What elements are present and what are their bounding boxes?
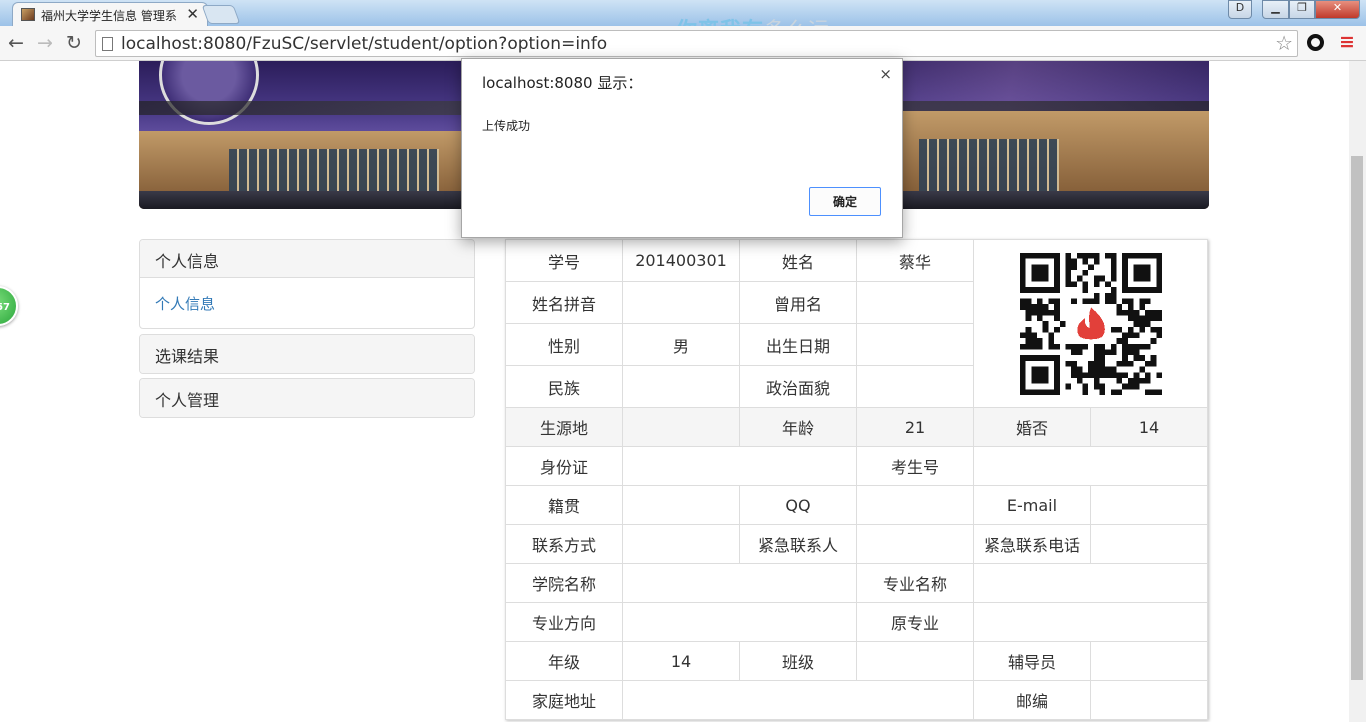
label-origin: 生源地 bbox=[505, 407, 623, 447]
value-student-id: 201400301 bbox=[622, 239, 740, 282]
label-postcode: 邮编 bbox=[973, 680, 1091, 720]
label-marital: 婚否 bbox=[973, 407, 1091, 447]
value-class bbox=[856, 641, 974, 681]
label-grade: 年级 bbox=[505, 641, 623, 681]
maximize-button[interactable]: ❐ bbox=[1289, 0, 1315, 19]
value-grade: 14 bbox=[622, 641, 740, 681]
label-class: 班级 bbox=[739, 641, 857, 681]
value-contact bbox=[622, 524, 740, 564]
qr-code-cell bbox=[973, 239, 1208, 408]
qr-code bbox=[1019, 252, 1162, 395]
label-exam-number: 考生号 bbox=[856, 446, 974, 486]
url-text[interactable]: localhost:8080/FzuSC/servlet/student/opt… bbox=[121, 34, 607, 54]
value-home-address bbox=[622, 680, 974, 720]
label-emergency-contact: 紧急联系人 bbox=[739, 524, 857, 564]
qr-code-image bbox=[1019, 252, 1162, 395]
value-original-major bbox=[973, 602, 1208, 642]
value-name: 蔡华 bbox=[856, 239, 974, 282]
value-counselor bbox=[1090, 641, 1208, 681]
label-qq: QQ bbox=[739, 485, 857, 525]
label-emergency-phone: 紧急联系电话 bbox=[973, 524, 1091, 564]
back-icon[interactable]: ← bbox=[8, 32, 24, 54]
user-profile-button[interactable]: D bbox=[1228, 0, 1252, 19]
dialog-ok-button[interactable]: 确定 bbox=[809, 187, 881, 216]
browser-menu-icon[interactable]: ≡ bbox=[1339, 31, 1355, 53]
value-former-name bbox=[856, 281, 974, 324]
address-bar[interactable]: localhost:8080/FzuSC/servlet/student/opt… bbox=[95, 30, 1298, 57]
label-ethnicity: 民族 bbox=[505, 365, 623, 408]
minimize-button[interactable]: ▁ bbox=[1262, 0, 1289, 19]
forward-icon[interactable]: → bbox=[37, 32, 53, 54]
label-gender: 性别 bbox=[505, 323, 623, 366]
value-emergency-contact bbox=[856, 524, 974, 564]
value-pinyin bbox=[622, 281, 740, 324]
scrollbar-thumb[interactable] bbox=[1351, 156, 1363, 680]
browser-toolbar: ← → ↻ localhost:8080/FzuSC/servlet/stude… bbox=[0, 26, 1366, 61]
panel-heading[interactable]: 个人管理 bbox=[140, 379, 474, 417]
label-original-major: 原专业 bbox=[856, 602, 974, 642]
label-former-name: 曾用名 bbox=[739, 281, 857, 324]
value-id-card bbox=[622, 446, 857, 486]
alert-dialog: localhost:8080 显示： × 上传成功 确定 bbox=[461, 58, 903, 238]
value-major bbox=[973, 563, 1208, 603]
floating-counter-badge[interactable]: 57 bbox=[0, 286, 18, 326]
label-major: 专业名称 bbox=[856, 563, 974, 603]
label-pinyin: 姓名拼音 bbox=[505, 281, 623, 324]
label-home-address: 家庭地址 bbox=[505, 680, 623, 720]
label-student-id: 学号 bbox=[505, 239, 623, 282]
dialog-title: localhost:8080 显示： bbox=[482, 74, 643, 92]
tab-close-icon[interactable]: ✕ bbox=[186, 5, 199, 23]
reload-icon[interactable]: ↻ bbox=[66, 32, 82, 54]
value-college bbox=[622, 563, 857, 603]
label-birth-date: 出生日期 bbox=[739, 323, 857, 366]
panel-body: 个人信息 bbox=[140, 278, 474, 328]
extension-icon[interactable] bbox=[1307, 34, 1324, 51]
value-native-place bbox=[622, 485, 740, 525]
value-emergency-phone bbox=[1090, 524, 1208, 564]
value-ethnicity bbox=[622, 365, 740, 408]
value-postcode bbox=[1090, 680, 1208, 720]
browser-tab[interactable]: 福州大学学生信息 管理系 ✕ bbox=[12, 2, 208, 26]
page-icon bbox=[102, 37, 113, 51]
label-id-card: 身份证 bbox=[505, 446, 623, 486]
new-tab-button[interactable] bbox=[201, 5, 241, 24]
panel-heading[interactable]: 个人信息 bbox=[140, 240, 474, 278]
dialog-close-icon[interactable]: × bbox=[879, 65, 892, 83]
label-college: 学院名称 bbox=[505, 563, 623, 603]
label-name: 姓名 bbox=[739, 239, 857, 282]
label-major-direction: 专业方向 bbox=[505, 602, 623, 642]
sidebar-link-personal-info[interactable]: 个人信息 bbox=[155, 295, 215, 313]
label-political-status: 政治面貌 bbox=[739, 365, 857, 408]
value-origin bbox=[622, 407, 740, 447]
value-political-status bbox=[856, 365, 974, 408]
label-age: 年龄 bbox=[739, 407, 857, 447]
value-age: 21 bbox=[856, 407, 974, 447]
value-exam-number bbox=[973, 446, 1208, 486]
sidebar-panel-course-results: 选课结果 bbox=[139, 334, 475, 374]
value-major-direction bbox=[622, 602, 857, 642]
window-close-button[interactable]: ✕ bbox=[1315, 0, 1360, 19]
panel-heading[interactable]: 选课结果 bbox=[140, 335, 474, 373]
label-native-place: 籍贯 bbox=[505, 485, 623, 525]
value-qq bbox=[856, 485, 974, 525]
tab-title: 福州大学学生信息 管理系 bbox=[41, 9, 177, 23]
dialog-message: 上传成功 bbox=[482, 119, 531, 133]
value-email bbox=[1090, 485, 1208, 525]
favicon-icon bbox=[21, 8, 35, 21]
label-contact: 联系方式 bbox=[505, 524, 623, 564]
label-email: E-mail bbox=[973, 485, 1091, 525]
value-gender: 男 bbox=[622, 323, 740, 366]
sidebar-panel-personal-info: 个人信息 个人信息 bbox=[139, 239, 475, 329]
student-info-table: 学号 201400301 姓名 蔡华 姓名拼音 曾用名 性别 男 出生日期 民族 bbox=[505, 239, 1208, 720]
label-counselor: 辅导员 bbox=[973, 641, 1091, 681]
value-birth-date bbox=[856, 323, 974, 366]
value-marital: 14 bbox=[1090, 407, 1208, 447]
window-titlebar: 福州大学学生信息 管理系 ✕ 你离我有多么远 D ▁ ❐ ✕ bbox=[0, 0, 1366, 42]
bookmark-star-icon[interactable]: ☆ bbox=[1275, 31, 1293, 55]
sidebar-panel-personal-management: 个人管理 bbox=[139, 378, 475, 418]
